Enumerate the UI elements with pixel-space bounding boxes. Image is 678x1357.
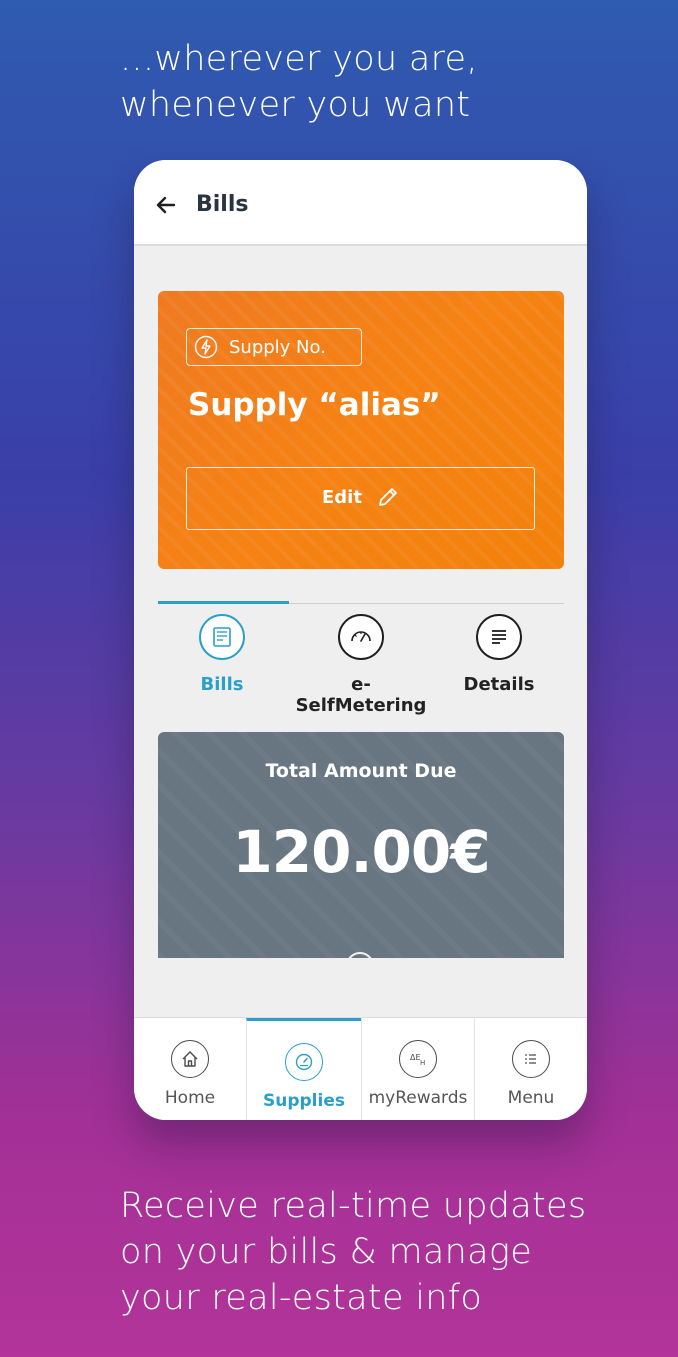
- lightning-bolt-icon: [194, 335, 218, 359]
- gauge-icon: [285, 1043, 323, 1081]
- supply-card: Supply No. Supply “alias” Edit: [158, 291, 564, 569]
- active-tab-indicator: [158, 601, 289, 604]
- home-icon: [171, 1040, 209, 1078]
- total-amount-label: Total Amount Due: [265, 760, 457, 782]
- nav-myrewards[interactable]: ΔE H myRewards: [361, 1018, 474, 1120]
- details-list-icon: [476, 614, 522, 660]
- nav-home[interactable]: Home: [134, 1018, 246, 1120]
- edit-button-label: Edit: [322, 487, 362, 508]
- nav-menu-label: Menu: [507, 1088, 555, 1108]
- promo-headline-top: ...wherever you are, whenever you want: [120, 39, 478, 125]
- total-amount-card: Total Amount Due 120.00€: [158, 732, 564, 958]
- rewards-icon: ΔE H: [399, 1040, 437, 1078]
- tab-details[interactable]: Details: [424, 614, 574, 700]
- speedometer-icon: [338, 614, 384, 660]
- svg-text:ΔE: ΔE: [410, 1053, 421, 1062]
- page-title: Bills: [196, 192, 249, 217]
- back-arrow-icon[interactable]: [154, 193, 178, 217]
- promo-headline-bottom: Receive real-time updates on your bills …: [120, 1186, 587, 1318]
- expand-icon[interactable]: [346, 952, 374, 958]
- menu-list-icon: [512, 1040, 550, 1078]
- pencil-icon: [379, 488, 397, 506]
- bill-document-icon: [199, 614, 245, 660]
- phone-mockup: Bills Supply No. Supply “alias” Edit Bil…: [134, 160, 587, 1120]
- edit-button[interactable]: Edit: [186, 467, 535, 530]
- supply-number-label: Supply No.: [229, 337, 326, 358]
- tab-details-label: Details: [463, 674, 535, 695]
- bottom-navigation: Home Supplies ΔE H myRewards Menu: [134, 1017, 587, 1120]
- supply-alias: Supply “alias”: [188, 387, 441, 423]
- nav-home-label: Home: [164, 1088, 216, 1108]
- svg-text:H: H: [420, 1059, 425, 1067]
- tab-bills-label: Bills: [200, 674, 244, 695]
- supply-number-tag: Supply No.: [186, 328, 362, 366]
- promo-screen: ...wherever you are, whenever you want B…: [0, 0, 678, 1357]
- total-amount-value: 120.00€: [232, 818, 490, 886]
- app-bar: Bills: [134, 160, 587, 246]
- nav-myrewards-label: myRewards: [368, 1088, 468, 1108]
- nav-menu[interactable]: Menu: [474, 1018, 587, 1120]
- tab-e-selfmetering[interactable]: e-SelfMetering: [286, 614, 436, 716]
- tab-bills[interactable]: Bills: [147, 614, 297, 700]
- nav-supplies[interactable]: Supplies: [246, 1018, 361, 1120]
- nav-supplies-label: Supplies: [263, 1091, 345, 1111]
- tab-e-selfmetering-label: e-SelfMetering: [295, 674, 427, 716]
